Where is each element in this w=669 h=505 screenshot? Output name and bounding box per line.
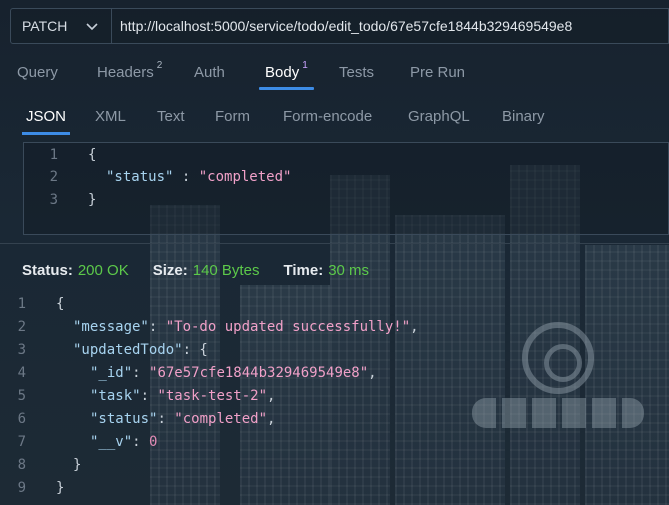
body-tab-text[interactable]: Text xyxy=(157,108,185,125)
json-key: "__v" xyxy=(90,434,133,450)
code-text: } xyxy=(88,192,97,208)
tab-label: Query xyxy=(17,64,58,81)
line-number: 5 xyxy=(17,388,26,404)
body-tab-form[interactable]: Form xyxy=(215,108,250,125)
line-number: 2 xyxy=(49,169,58,185)
code-line: 1 { xyxy=(24,143,97,167)
line-number: 1 xyxy=(17,296,26,312)
code-text: "task": "task-test-2", xyxy=(90,388,276,404)
code-line: 7 "__v": 0 xyxy=(0,430,158,454)
tab-pre-run[interactable]: Pre Run xyxy=(410,56,465,90)
line-number: 3 xyxy=(17,342,26,358)
code-text: } xyxy=(56,480,65,496)
code-line: 8 } xyxy=(0,453,82,477)
body-tab-form-encode[interactable]: Form-encode xyxy=(283,108,372,125)
body-tab-graphql[interactable]: GraphQL xyxy=(408,108,470,125)
code-line: 9 } xyxy=(0,476,65,500)
method-label: PATCH xyxy=(22,18,68,34)
tab-tests[interactable]: Tests xyxy=(339,56,374,90)
status-value: 200 OK xyxy=(77,261,129,279)
size-value: 140 Bytes xyxy=(192,261,260,279)
time-label: Time: xyxy=(283,261,324,279)
chevron-down-icon xyxy=(86,23,98,31)
line-number: 6 xyxy=(17,411,26,427)
json-number: 0 xyxy=(149,434,158,450)
code-line: 3 } xyxy=(24,188,97,212)
json-separator: : xyxy=(173,169,199,185)
tab-label: Pre Run xyxy=(410,64,466,81)
request-tabs: Query Headers 2 Auth Body 1 Tests Pre Run xyxy=(0,56,669,90)
tab-headers[interactable]: Headers 2 xyxy=(97,56,162,90)
line-number: 8 xyxy=(17,457,26,473)
response-status-bar: Status: 200 OK Size: 140 Bytes Time: 30 … xyxy=(22,261,369,279)
line-number: 3 xyxy=(49,192,58,208)
json-string: "To-do updated successfully!" xyxy=(165,319,411,335)
code-text: { xyxy=(56,296,65,312)
response-body-viewer[interactable]: 1 { 2 "message": "To-do updated successf… xyxy=(0,292,669,505)
line-number: 7 xyxy=(17,434,26,450)
code-line: 3 "updatedTodo": { xyxy=(0,338,208,362)
tab-count-badge: 2 xyxy=(156,60,163,71)
code-text: "status" : "completed" xyxy=(106,169,291,185)
json-key: "status" xyxy=(90,411,158,427)
line-number: 9 xyxy=(17,480,26,496)
code-line: 6 "status": "completed", xyxy=(0,407,276,431)
json-key: "_id" xyxy=(90,365,133,381)
tab-label: Body xyxy=(265,64,300,81)
tab-auth[interactable]: Auth xyxy=(194,56,225,90)
json-string: "completed" xyxy=(198,169,292,185)
json-string: "task-test-2" xyxy=(157,388,268,404)
line-number: 2 xyxy=(17,319,26,335)
code-line: 5 "task": "task-test-2", xyxy=(0,384,276,408)
json-punctuation: : { xyxy=(182,342,208,358)
tab-label: Tests xyxy=(339,64,375,81)
request-body-editor[interactable]: 1 { 2 "status" : "completed" 3 } xyxy=(23,142,669,235)
json-key: "status" xyxy=(106,169,174,185)
code-text: } xyxy=(73,457,82,473)
line-number: 1 xyxy=(49,147,58,163)
url-text: http://localhost:5000/service/todo/edit_… xyxy=(120,18,573,34)
json-key: "message" xyxy=(73,319,149,335)
tab-label: Auth xyxy=(194,64,225,81)
tab-query[interactable]: Query xyxy=(17,56,58,90)
line-number: 4 xyxy=(17,365,26,381)
time-value: 30 ms xyxy=(328,261,370,279)
code-line: 2 "message": "To-do updated successfully… xyxy=(0,315,419,339)
body-tab-binary[interactable]: Binary xyxy=(502,108,545,125)
status-label: Status: xyxy=(22,261,73,279)
code-text: "updatedTodo": { xyxy=(73,342,208,358)
code-text: "_id": "67e57cfe1844b329469549e8", xyxy=(90,365,377,381)
code-text: "message": "To-do updated successfully!"… xyxy=(73,319,419,335)
code-text: "status": "completed", xyxy=(90,411,276,427)
code-text: { xyxy=(88,147,97,163)
code-text: "__v": 0 xyxy=(90,434,158,450)
panel-divider xyxy=(0,243,669,244)
code-line: 1 { xyxy=(0,292,65,316)
json-key: "task" xyxy=(90,388,141,404)
body-tab-xml[interactable]: XML xyxy=(95,108,126,125)
tab-body[interactable]: Body 1 xyxy=(259,56,314,90)
tab-label: Headers xyxy=(97,64,154,81)
json-key: "updatedTodo" xyxy=(73,342,183,358)
url-input[interactable]: http://localhost:5000/service/todo/edit_… xyxy=(112,8,669,44)
method-select[interactable]: PATCH xyxy=(10,8,112,44)
code-line: 2 "status" : "completed" xyxy=(24,165,292,189)
code-line: 4 "_id": "67e57cfe1844b329469549e8", xyxy=(0,361,377,385)
size-label: Size: xyxy=(152,261,188,279)
json-string: "67e57cfe1844b329469549e8" xyxy=(149,365,369,381)
body-type-tabs: JSON XML Text Form Form-encode GraphQL B… xyxy=(0,100,669,136)
tab-count-badge: 1 xyxy=(302,60,308,71)
json-string: "completed" xyxy=(174,411,268,427)
body-tab-json[interactable]: JSON xyxy=(21,108,71,135)
request-url-bar: PATCH http://localhost:5000/service/todo… xyxy=(10,8,669,44)
